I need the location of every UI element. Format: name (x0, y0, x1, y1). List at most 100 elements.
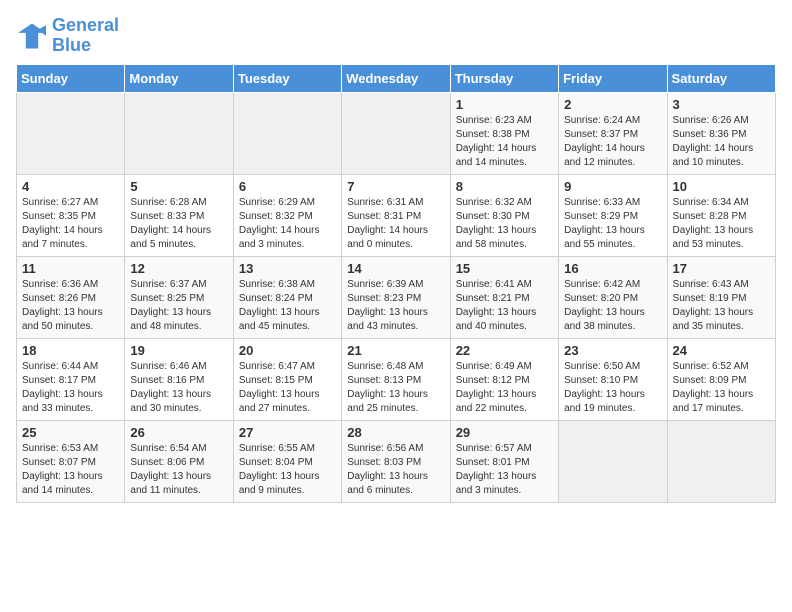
week-row-3: 11 Sunrise: 6:36 AM Sunset: 8:26 PM Dayli… (17, 256, 776, 338)
day-number: 21 (347, 343, 444, 358)
day-info: Sunrise: 6:34 AM Sunset: 8:28 PM Dayligh… (673, 196, 770, 252)
calendar-cell: 24 Sunrise: 6:52 AM Sunset: 8:09 PM Dayli… (667, 338, 775, 420)
day-number: 24 (673, 343, 770, 358)
day-info: Sunrise: 6:48 AM Sunset: 8:13 PM Dayligh… (347, 360, 444, 416)
calendar-cell: 15 Sunrise: 6:41 AM Sunset: 8:21 PM Dayli… (450, 256, 558, 338)
weekday-header-wednesday: Wednesday (342, 64, 450, 92)
day-number: 22 (456, 343, 553, 358)
day-info: Sunrise: 6:32 AM Sunset: 8:30 PM Dayligh… (456, 196, 553, 252)
day-info: Sunrise: 6:28 AM Sunset: 8:33 PM Dayligh… (130, 196, 227, 252)
calendar-cell: 9 Sunrise: 6:33 AM Sunset: 8:29 PM Daylig… (559, 174, 667, 256)
day-info: Sunrise: 6:33 AM Sunset: 8:29 PM Dayligh… (564, 196, 661, 252)
day-info: Sunrise: 6:41 AM Sunset: 8:21 PM Dayligh… (456, 278, 553, 334)
day-info: Sunrise: 6:23 AM Sunset: 8:38 PM Dayligh… (456, 114, 553, 170)
day-info: Sunrise: 6:24 AM Sunset: 8:37 PM Dayligh… (564, 114, 661, 170)
header: General Blue (16, 16, 776, 56)
calendar-cell (17, 92, 125, 174)
day-info: Sunrise: 6:47 AM Sunset: 8:15 PM Dayligh… (239, 360, 336, 416)
day-info: Sunrise: 6:52 AM Sunset: 8:09 PM Dayligh… (673, 360, 770, 416)
day-info: Sunrise: 6:26 AM Sunset: 8:36 PM Dayligh… (673, 114, 770, 170)
calendar-cell: 7 Sunrise: 6:31 AM Sunset: 8:31 PM Daylig… (342, 174, 450, 256)
day-number: 15 (456, 261, 553, 276)
day-info: Sunrise: 6:53 AM Sunset: 8:07 PM Dayligh… (22, 442, 119, 498)
calendar-cell: 14Sunrise: 6:39 AM Sunset: 8:23 PM Dayli… (342, 256, 450, 338)
calendar-cell: 17 Sunrise: 6:43 AM Sunset: 8:19 PM Dayli… (667, 256, 775, 338)
day-number: 3 (673, 97, 770, 112)
calendar-cell: 19 Sunrise: 6:46 AM Sunset: 8:16 PM Dayli… (125, 338, 233, 420)
calendar-cell: 1 Sunrise: 6:23 AM Sunset: 8:38 PM Daylig… (450, 92, 558, 174)
day-info: Sunrise: 6:56 AM Sunset: 8:03 PM Dayligh… (347, 442, 444, 498)
calendar-table: SundayMondayTuesdayWednesdayThursdayFrid… (16, 64, 776, 503)
day-number: 29 (456, 425, 553, 440)
day-info: Sunrise: 6:46 AM Sunset: 8:16 PM Dayligh… (130, 360, 227, 416)
calendar-cell: 16 Sunrise: 6:42 AM Sunset: 8:20 PM Dayli… (559, 256, 667, 338)
calendar-cell: 28 Sunrise: 6:56 AM Sunset: 8:03 PM Dayli… (342, 420, 450, 502)
day-number: 2 (564, 97, 661, 112)
week-row-1: 1 Sunrise: 6:23 AM Sunset: 8:38 PM Daylig… (17, 92, 776, 174)
day-number: 28 (347, 425, 444, 440)
calendar-cell: 4 Sunrise: 6:27 AM Sunset: 8:35 PM Daylig… (17, 174, 125, 256)
day-info: Sunrise: 6:49 AM Sunset: 8:12 PM Dayligh… (456, 360, 553, 416)
day-number: 19 (130, 343, 227, 358)
day-info: Sunrise: 6:27 AM Sunset: 8:35 PM Dayligh… (22, 196, 119, 252)
weekday-header-thursday: Thursday (450, 64, 558, 92)
calendar-cell: 22 Sunrise: 6:49 AM Sunset: 8:12 PM Dayli… (450, 338, 558, 420)
calendar-cell: 11 Sunrise: 6:36 AM Sunset: 8:26 PM Dayli… (17, 256, 125, 338)
day-info: Sunrise: 6:50 AM Sunset: 8:10 PM Dayligh… (564, 360, 661, 416)
calendar-cell (342, 92, 450, 174)
calendar-cell: 8 Sunrise: 6:32 AM Sunset: 8:30 PM Daylig… (450, 174, 558, 256)
day-info: Sunrise: 6:43 AM Sunset: 8:19 PM Dayligh… (673, 278, 770, 334)
weekday-header-sunday: Sunday (17, 64, 125, 92)
day-number: 20 (239, 343, 336, 358)
calendar-cell (667, 420, 775, 502)
day-number: 17 (673, 261, 770, 276)
day-number: 7 (347, 179, 444, 194)
week-row-2: 4 Sunrise: 6:27 AM Sunset: 8:35 PM Daylig… (17, 174, 776, 256)
day-number: 16 (564, 261, 661, 276)
calendar-cell: 2 Sunrise: 6:24 AM Sunset: 8:37 PM Daylig… (559, 92, 667, 174)
day-number: 1 (456, 97, 553, 112)
calendar-cell: 3 Sunrise: 6:26 AM Sunset: 8:36 PM Daylig… (667, 92, 775, 174)
calendar-cell: 13 Sunrise: 6:38 AM Sunset: 8:24 PM Dayli… (233, 256, 341, 338)
day-number: 13 (239, 261, 336, 276)
calendar-cell: 6 Sunrise: 6:29 AM Sunset: 8:32 PM Daylig… (233, 174, 341, 256)
day-info: Sunrise: 6:31 AM Sunset: 8:31 PM Dayligh… (347, 196, 444, 252)
day-number: 5 (130, 179, 227, 194)
calendar-cell: 20 Sunrise: 6:47 AM Sunset: 8:15 PM Dayli… (233, 338, 341, 420)
day-number: 6 (239, 179, 336, 194)
day-number: 12 (130, 261, 227, 276)
weekday-header-friday: Friday (559, 64, 667, 92)
calendar-cell: 5 Sunrise: 6:28 AM Sunset: 8:33 PM Daylig… (125, 174, 233, 256)
logo-text: General Blue (52, 16, 119, 56)
calendar-cell: 10Sunrise: 6:34 AM Sunset: 8:28 PM Dayli… (667, 174, 775, 256)
day-info: Sunrise: 6:55 AM Sunset: 8:04 PM Dayligh… (239, 442, 336, 498)
week-row-5: 25Sunrise: 6:53 AM Sunset: 8:07 PM Dayli… (17, 420, 776, 502)
logo: General Blue (16, 16, 119, 56)
day-info: Sunrise: 6:42 AM Sunset: 8:20 PM Dayligh… (564, 278, 661, 334)
day-info: Sunrise: 6:38 AM Sunset: 8:24 PM Dayligh… (239, 278, 336, 334)
day-number: 23 (564, 343, 661, 358)
weekday-header-monday: Monday (125, 64, 233, 92)
weekday-header-saturday: Saturday (667, 64, 775, 92)
calendar-cell: 29Sunrise: 6:57 AM Sunset: 8:01 PM Dayli… (450, 420, 558, 502)
day-info: Sunrise: 6:37 AM Sunset: 8:25 PM Dayligh… (130, 278, 227, 334)
calendar-cell: 18Sunrise: 6:44 AM Sunset: 8:17 PM Dayli… (17, 338, 125, 420)
day-number: 8 (456, 179, 553, 194)
calendar-cell: 21 Sunrise: 6:48 AM Sunset: 8:13 PM Dayli… (342, 338, 450, 420)
day-number: 11 (22, 261, 119, 276)
logo-icon (16, 22, 48, 50)
calendar-cell: 25Sunrise: 6:53 AM Sunset: 8:07 PM Dayli… (17, 420, 125, 502)
calendar-cell (559, 420, 667, 502)
calendar-cell (125, 92, 233, 174)
day-number: 9 (564, 179, 661, 194)
day-info: Sunrise: 6:54 AM Sunset: 8:06 PM Dayligh… (130, 442, 227, 498)
weekday-header-row: SundayMondayTuesdayWednesdayThursdayFrid… (17, 64, 776, 92)
day-info: Sunrise: 6:29 AM Sunset: 8:32 PM Dayligh… (239, 196, 336, 252)
day-number: 26 (130, 425, 227, 440)
calendar-cell (233, 92, 341, 174)
calendar-cell: 27Sunrise: 6:55 AM Sunset: 8:04 PM Dayli… (233, 420, 341, 502)
day-number: 4 (22, 179, 119, 194)
day-number: 14 (347, 261, 444, 276)
calendar-cell: 26 Sunrise: 6:54 AM Sunset: 8:06 PM Dayli… (125, 420, 233, 502)
day-info: Sunrise: 6:36 AM Sunset: 8:26 PM Dayligh… (22, 278, 119, 334)
